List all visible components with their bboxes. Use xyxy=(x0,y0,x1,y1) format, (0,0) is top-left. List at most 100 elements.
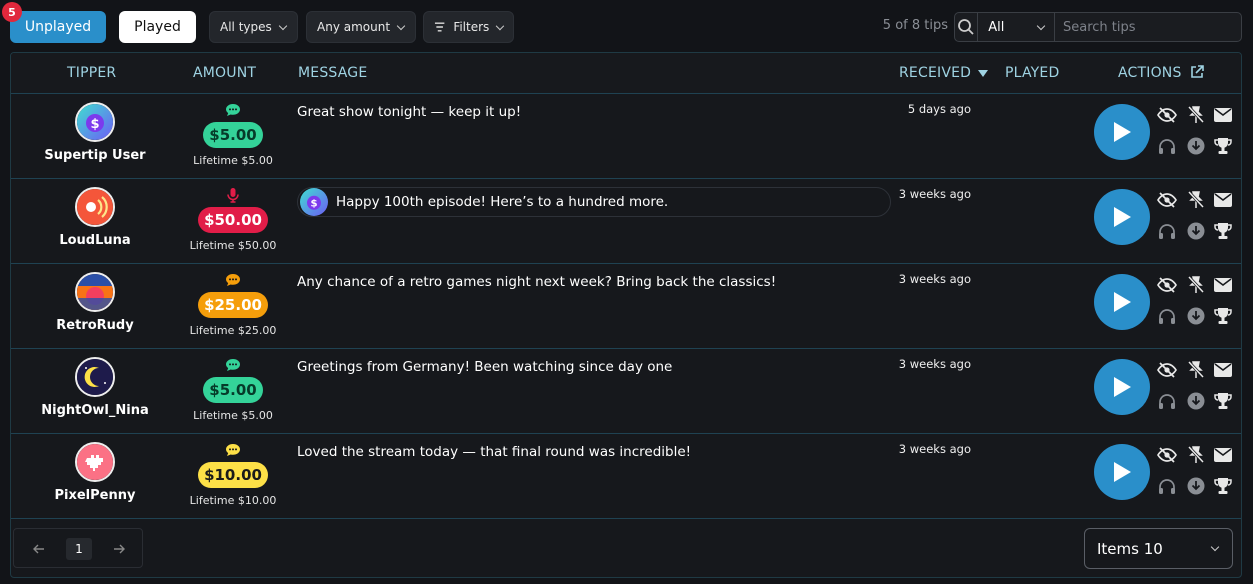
play-button[interactable] xyxy=(1094,189,1150,245)
download-button[interactable] xyxy=(1186,136,1206,156)
svg-text:$: $ xyxy=(310,199,317,210)
email-button[interactable] xyxy=(1213,190,1233,210)
types-dropdown[interactable]: All types xyxy=(209,11,298,43)
email-button[interactable] xyxy=(1213,275,1233,295)
lifetime-total: Lifetime $10.00 xyxy=(189,494,277,507)
tipper-avatar xyxy=(75,187,115,227)
eye-slash-icon xyxy=(1157,192,1177,208)
download-button[interactable] xyxy=(1186,391,1206,411)
unpin-button[interactable] xyxy=(1186,445,1206,465)
listen-button[interactable] xyxy=(1157,221,1177,241)
envelope-icon xyxy=(1214,108,1232,122)
table-row[interactable]: RetroRudy $25.00 Lifetime $25.00 Any chance… xyxy=(11,264,1241,349)
amount-chip: $5.00 xyxy=(203,377,263,403)
listen-button[interactable] xyxy=(1157,391,1177,411)
tipper-name[interactable]: PixelPenny xyxy=(11,488,179,503)
table-row[interactable]: $ Supertip User $5.00 Lifetime $5.00 Great s… xyxy=(11,94,1241,179)
tipper-avatar xyxy=(75,272,115,312)
chevron-down-icon xyxy=(496,21,505,30)
next-page-button[interactable] xyxy=(108,538,130,560)
play-button[interactable] xyxy=(1094,104,1150,160)
envelope-icon xyxy=(1214,448,1232,462)
types-dropdown-label: All types xyxy=(220,20,272,34)
unpin-button[interactable] xyxy=(1186,360,1206,380)
message-bubble: $ Happy 100th episode! Here’s to a hundre… xyxy=(297,187,891,217)
items-per-page-select[interactable]: Items 10 xyxy=(1084,528,1233,569)
tab-played[interactable]: Played xyxy=(119,11,196,43)
hide-button[interactable] xyxy=(1157,105,1177,125)
hide-button[interactable] xyxy=(1157,360,1177,380)
tipper-name[interactable]: LoudLuna xyxy=(11,233,179,248)
listen-button[interactable] xyxy=(1157,306,1177,326)
award-button[interactable] xyxy=(1213,306,1233,326)
award-button[interactable] xyxy=(1213,136,1233,156)
download-button[interactable] xyxy=(1186,306,1206,326)
download-button[interactable] xyxy=(1186,476,1206,496)
tipper-name[interactable]: Supertip User xyxy=(11,148,179,163)
listen-button[interactable] xyxy=(1157,136,1177,156)
envelope-icon xyxy=(1214,363,1232,377)
prev-page-button[interactable] xyxy=(28,538,50,560)
received-time: 3 weeks ago xyxy=(898,357,971,371)
chevron-down-icon xyxy=(278,21,287,30)
amount-chip: $25.00 xyxy=(198,292,268,318)
tipper-name[interactable]: RetroRudy xyxy=(11,318,179,333)
download-button[interactable] xyxy=(1186,221,1206,241)
search-button[interactable] xyxy=(955,13,979,41)
award-button[interactable] xyxy=(1213,476,1233,496)
play-button[interactable] xyxy=(1094,359,1150,415)
toolbar: Unplayed 5 Played All types Any amount F… xyxy=(0,0,1253,52)
lifetime-total: Lifetime $5.00 xyxy=(193,409,273,422)
eye-slash-icon xyxy=(1157,107,1177,123)
play-button[interactable] xyxy=(1094,274,1150,330)
email-button[interactable] xyxy=(1213,445,1233,465)
email-button[interactable] xyxy=(1213,360,1233,380)
email-button[interactable] xyxy=(1213,105,1233,125)
tab-unplayed[interactable]: Unplayed xyxy=(10,11,106,43)
external-link-icon[interactable] xyxy=(1190,65,1205,79)
envelope-icon xyxy=(1214,193,1232,207)
column-header-tipper[interactable]: TIPPER xyxy=(67,65,116,81)
table-row[interactable]: NightOwl_Nina $5.00 Lifetime $5.00 Greeting… xyxy=(11,349,1241,434)
download-circle-icon xyxy=(1187,307,1205,325)
tips-table: TIPPER AMOUNT MESSAGE RECEIVED PLAYED AC… xyxy=(10,52,1242,578)
tipper-name[interactable]: NightOwl_Nina xyxy=(11,403,179,418)
column-header-played[interactable]: PLAYED xyxy=(1005,65,1059,81)
search-scope-select[interactable]: All xyxy=(978,13,1055,41)
amount-dropdown[interactable]: Any amount xyxy=(306,11,416,43)
download-circle-icon xyxy=(1187,392,1205,410)
hide-button[interactable] xyxy=(1157,275,1177,295)
hide-button[interactable] xyxy=(1157,190,1177,210)
play-button[interactable] xyxy=(1094,444,1150,500)
column-header-actions-label: ACTIONS xyxy=(1118,65,1182,81)
arrow-left-icon xyxy=(33,544,44,554)
listen-button[interactable] xyxy=(1157,476,1177,496)
column-header-actions: ACTIONS xyxy=(1118,65,1205,81)
tipper-avatar xyxy=(75,442,115,482)
headphones-icon xyxy=(1159,394,1175,409)
trophy-icon xyxy=(1214,308,1232,324)
unpin-button[interactable] xyxy=(1186,105,1206,125)
received-time: 3 weeks ago xyxy=(898,272,971,286)
received-time: 5 days ago xyxy=(907,102,971,116)
amount-chip: $10.00 xyxy=(198,462,268,488)
award-button[interactable] xyxy=(1213,221,1233,241)
unpin-button[interactable] xyxy=(1186,275,1206,295)
hide-button[interactable] xyxy=(1157,445,1177,465)
trophy-icon xyxy=(1214,393,1232,409)
table-row[interactable]: PixelPenny $10.00 Lifetime $10.00 Loved the… xyxy=(11,434,1241,519)
column-header-received[interactable]: RECEIVED xyxy=(899,65,988,81)
search-input[interactable] xyxy=(1055,13,1241,41)
award-button[interactable] xyxy=(1213,391,1233,411)
headphones-icon xyxy=(1159,309,1175,324)
pagination: 1 xyxy=(13,528,143,568)
message-text: Great show tonight — keep it up! xyxy=(297,104,522,120)
page-number[interactable]: 1 xyxy=(66,538,92,560)
unpin-button[interactable] xyxy=(1186,190,1206,210)
column-header-amount[interactable]: AMOUNT xyxy=(193,65,256,81)
download-circle-icon xyxy=(1187,137,1205,155)
column-header-message[interactable]: MESSAGE xyxy=(298,65,367,81)
table-row[interactable]: LoudLuna $50.00 Lifetime $50.00 $ Happy 100t… xyxy=(11,179,1241,264)
filters-dropdown[interactable]: Filters xyxy=(423,11,514,43)
pin-slash-icon xyxy=(1188,361,1204,379)
